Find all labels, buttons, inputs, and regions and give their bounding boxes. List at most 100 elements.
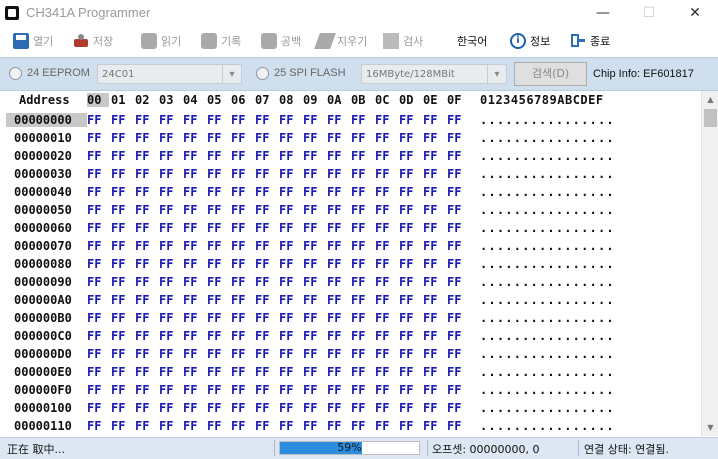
- byte-cell[interactable]: FF: [327, 329, 341, 343]
- byte-cell[interactable]: FF: [207, 239, 221, 253]
- byte-cell[interactable]: FF: [303, 293, 317, 307]
- byte-cell[interactable]: FF: [183, 131, 197, 145]
- byte-cell[interactable]: FF: [207, 401, 221, 415]
- byte-cell[interactable]: FF: [111, 113, 125, 127]
- byte-cell[interactable]: FF: [111, 203, 125, 217]
- byte-cell[interactable]: FF: [159, 365, 173, 379]
- byte-cell[interactable]: FF: [303, 275, 317, 289]
- byte-cell[interactable]: FF: [135, 149, 149, 163]
- table-row[interactable]: 00000090 FF FF FF FF FF FF FF FF FF FF FF FF FF FF FF FF…: [0, 273, 701, 291]
- byte-cell[interactable]: FF: [207, 167, 221, 181]
- byte-cell[interactable]: FF: [447, 329, 461, 343]
- byte-cell[interactable]: FF: [447, 221, 461, 235]
- byte-cell[interactable]: FF: [423, 419, 437, 433]
- byte-cell[interactable]: FF: [159, 257, 173, 271]
- byte-cell[interactable]: FF: [399, 347, 413, 361]
- byte-cell[interactable]: FF: [135, 239, 149, 253]
- toolbar-read-button[interactable]: 읽기: [141, 31, 181, 51]
- byte-cell[interactable]: FF: [255, 275, 269, 289]
- byte-cell[interactable]: FF: [447, 257, 461, 271]
- byte-cell[interactable]: FF: [327, 383, 341, 397]
- byte-cell[interactable]: FF: [447, 383, 461, 397]
- byte-cell[interactable]: FF: [447, 239, 461, 253]
- byte-cell[interactable]: FF: [303, 257, 317, 271]
- byte-cell[interactable]: FF: [111, 149, 125, 163]
- byte-cell[interactable]: FF: [231, 293, 245, 307]
- byte-cell[interactable]: FF: [399, 401, 413, 415]
- byte-cell[interactable]: FF: [231, 239, 245, 253]
- close-button[interactable]: ✕: [672, 0, 718, 27]
- byte-cell[interactable]: FF: [375, 221, 389, 235]
- byte-cell[interactable]: FF: [447, 203, 461, 217]
- byte-cell[interactable]: FF: [303, 419, 317, 433]
- byte-cell[interactable]: FF: [399, 275, 413, 289]
- byte-cell[interactable]: FF: [135, 113, 149, 127]
- byte-cell[interactable]: FF: [231, 311, 245, 325]
- byte-cell[interactable]: FF: [87, 167, 101, 181]
- scroll-up-icon[interactable]: ▲: [702, 91, 718, 108]
- byte-cell[interactable]: FF: [159, 401, 173, 415]
- byte-cell[interactable]: FF: [207, 221, 221, 235]
- byte-cell[interactable]: FF: [111, 329, 125, 343]
- byte-cell[interactable]: FF: [183, 113, 197, 127]
- byte-cell[interactable]: FF: [207, 383, 221, 397]
- toolbar-info-button[interactable]: i 정보: [510, 31, 550, 51]
- byte-cell[interactable]: FF: [399, 257, 413, 271]
- byte-cell[interactable]: FF: [351, 167, 365, 181]
- byte-cell[interactable]: FF: [87, 239, 101, 253]
- byte-cell[interactable]: FF: [135, 185, 149, 199]
- byte-cell[interactable]: FF: [87, 185, 101, 199]
- byte-cell[interactable]: FF: [423, 275, 437, 289]
- byte-cell[interactable]: FF: [327, 257, 341, 271]
- byte-cell[interactable]: FF: [207, 149, 221, 163]
- byte-cell[interactable]: FF: [279, 131, 293, 145]
- byte-cell[interactable]: FF: [279, 203, 293, 217]
- byte-cell[interactable]: FF: [375, 293, 389, 307]
- byte-cell[interactable]: FF: [111, 239, 125, 253]
- byte-cell[interactable]: FF: [399, 185, 413, 199]
- byte-cell[interactable]: FF: [279, 167, 293, 181]
- byte-cell[interactable]: FF: [447, 185, 461, 199]
- byte-cell[interactable]: FF: [87, 329, 101, 343]
- byte-cell[interactable]: FF: [447, 113, 461, 127]
- byte-cell[interactable]: FF: [111, 347, 125, 361]
- byte-cell[interactable]: FF: [279, 401, 293, 415]
- byte-cell[interactable]: FF: [351, 401, 365, 415]
- table-row[interactable]: 000000B0 FF FF FF FF FF FF FF FF FF FF FF FF FF FF FF FF…: [0, 309, 701, 327]
- byte-cell[interactable]: FF: [375, 275, 389, 289]
- byte-cell[interactable]: FF: [159, 149, 173, 163]
- byte-cell[interactable]: FF: [327, 149, 341, 163]
- hex-grid[interactable]: Address 0123456789ABCDEF 00 01 02 03 04 05 06 0…: [0, 91, 701, 436]
- eeprom-radio[interactable]: [9, 67, 22, 80]
- byte-cell[interactable]: FF: [375, 203, 389, 217]
- byte-cell[interactable]: FF: [159, 347, 173, 361]
- byte-cell[interactable]: FF: [423, 203, 437, 217]
- byte-cell[interactable]: FF: [327, 401, 341, 415]
- byte-cell[interactable]: FF: [231, 365, 245, 379]
- byte-cell[interactable]: FF: [279, 257, 293, 271]
- byte-cell[interactable]: FF: [183, 239, 197, 253]
- byte-cell[interactable]: FF: [111, 221, 125, 235]
- toolbar-write-button[interactable]: 기록: [201, 31, 241, 51]
- byte-cell[interactable]: FF: [231, 203, 245, 217]
- byte-cell[interactable]: FF: [87, 383, 101, 397]
- byte-cell[interactable]: FF: [279, 113, 293, 127]
- byte-cell[interactable]: FF: [207, 257, 221, 271]
- byte-cell[interactable]: FF: [327, 239, 341, 253]
- byte-cell[interactable]: FF: [327, 365, 341, 379]
- table-row[interactable]: 00000060 FF FF FF FF FF FF FF FF FF FF FF FF FF FF FF FF…: [0, 219, 701, 237]
- byte-cell[interactable]: FF: [255, 167, 269, 181]
- byte-cell[interactable]: FF: [183, 275, 197, 289]
- byte-cell[interactable]: FF: [303, 239, 317, 253]
- toolbar-blank-button[interactable]: 공백: [261, 31, 301, 51]
- byte-cell[interactable]: FF: [447, 347, 461, 361]
- byte-cell[interactable]: FF: [279, 221, 293, 235]
- byte-cell[interactable]: FF: [423, 311, 437, 325]
- byte-cell[interactable]: FF: [375, 149, 389, 163]
- byte-cell[interactable]: FF: [447, 311, 461, 325]
- byte-cell[interactable]: FF: [231, 185, 245, 199]
- byte-cell[interactable]: FF: [135, 347, 149, 361]
- byte-cell[interactable]: FF: [399, 203, 413, 217]
- byte-cell[interactable]: FF: [423, 185, 437, 199]
- table-row[interactable]: 000000F0 FF FF FF FF FF FF FF FF FF FF FF FF FF FF FF FF…: [0, 381, 701, 399]
